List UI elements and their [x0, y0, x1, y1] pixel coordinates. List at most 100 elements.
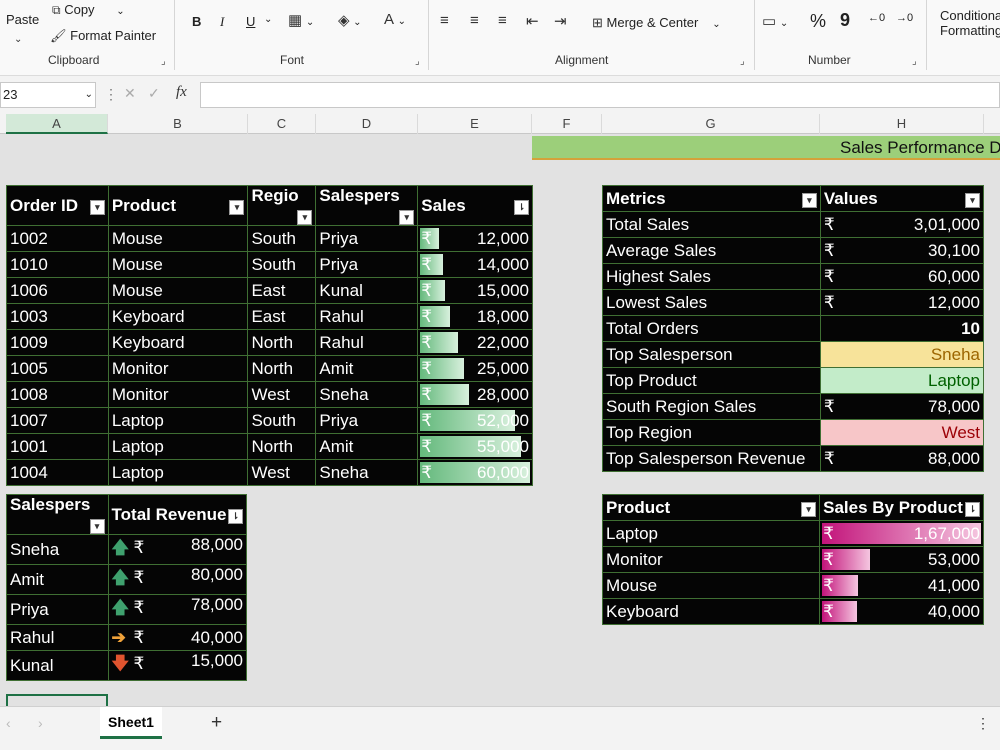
name-box-dropdown-icon[interactable]: ⌄	[85, 89, 93, 100]
header-sales[interactable]: Sales ⇂	[417, 185, 533, 226]
cell-total-revenue[interactable]: 🡅 ₹78,000	[107, 594, 248, 625]
column-header-h[interactable]: H	[820, 114, 984, 134]
sort-filter-icon[interactable]: ⇂	[228, 508, 243, 524]
alignment-launcher-icon[interactable]: ⌟	[740, 56, 745, 67]
cell-product[interactable]: Monitor	[601, 546, 821, 573]
header-product[interactable]: Product ▾	[601, 494, 821, 521]
filter-dropdown-icon[interactable]: ▾	[89, 519, 105, 534]
decrease-decimal-icon[interactable]: →0	[896, 12, 913, 24]
cell-salesperson[interactable]: Priya	[315, 225, 419, 252]
formula-input[interactable]	[200, 82, 1000, 108]
cell-region[interactable]: South	[247, 251, 317, 278]
enter-icon[interactable]: ✓	[148, 85, 160, 102]
cell-sales-by-product[interactable]: ₹53,000	[819, 546, 984, 573]
borders-icon[interactable]: ▦ ⌄	[288, 11, 314, 29]
cell-sales[interactable]: ₹55,000	[417, 433, 533, 460]
cell-sales[interactable]: ₹28,000	[417, 381, 533, 408]
cell-metric-label[interactable]: Highest Sales	[602, 263, 821, 290]
add-sheet-button[interactable]: +	[211, 712, 222, 734]
cell-metric-value[interactable]: Laptop	[819, 367, 985, 394]
cell-metric-label[interactable]: Total Orders	[602, 315, 821, 342]
filter-dropdown-icon[interactable]: ▾	[965, 192, 980, 208]
cell-metric-value[interactable]: 10	[819, 315, 985, 342]
cell-order-id[interactable]: 1008	[6, 381, 109, 408]
cell-region[interactable]: North	[247, 355, 317, 382]
column-header-a[interactable]: A	[6, 114, 108, 134]
paste-dropdown-icon[interactable]: ⌄	[14, 30, 22, 45]
cell-region[interactable]: South	[247, 225, 317, 252]
cell-product[interactable]: Keyboard	[601, 598, 821, 625]
cell-product[interactable]: Mouse	[107, 277, 249, 304]
cell-metric-label[interactable]: Total Sales	[602, 211, 821, 238]
accounting-format-icon[interactable]: ▭ ⌄	[762, 12, 788, 30]
cell-salesperson[interactable]: Sneha	[6, 534, 109, 565]
cell-order-id[interactable]: 1010	[6, 251, 109, 278]
cell-metric-value[interactable]: ₹60,000	[819, 263, 985, 290]
scroll-right-icon[interactable]: ›	[38, 715, 43, 731]
cell-salesperson[interactable]: Priya	[315, 407, 419, 434]
format-painter-button[interactable]: 🖌 Format Painter	[50, 28, 156, 44]
decrease-indent-icon[interactable]: ⇤	[526, 12, 539, 30]
header-order-id[interactable]: Order ID ▾	[6, 185, 109, 226]
cell-salesperson[interactable]: Amit	[6, 564, 109, 595]
cell-product[interactable]: Laptop	[107, 459, 249, 486]
cell-product[interactable]: Laptop	[601, 520, 821, 547]
sheet-tab-sheet1[interactable]: Sheet1	[100, 707, 162, 739]
align-center-icon[interactable]: ≡	[470, 12, 479, 29]
filter-dropdown-icon[interactable]: ▾	[89, 199, 105, 215]
cell-total-revenue[interactable]: ➔ ₹40,000	[107, 624, 248, 651]
cell-salesperson[interactable]: Kunal	[6, 650, 109, 681]
cell-region[interactable]: South	[247, 407, 317, 434]
header-total-revenue[interactable]: Total Revenue ⇂	[107, 494, 248, 535]
cell-metric-label[interactable]: Top Salesperson Revenue	[602, 445, 821, 472]
cell-product[interactable]: Keyboard	[107, 303, 249, 330]
cell-salesperson[interactable]: Sneha	[315, 381, 419, 408]
cell-order-id[interactable]: 1009	[6, 329, 109, 356]
cell-sales[interactable]: ₹22,000	[417, 329, 533, 356]
align-left-icon[interactable]: ≡	[440, 12, 449, 29]
cell-product[interactable]: Monitor	[107, 381, 249, 408]
cell-salesperson[interactable]: Rahul	[6, 624, 109, 651]
cell-order-id[interactable]: 1005	[6, 355, 109, 382]
cell-order-id[interactable]: 1003	[6, 303, 109, 330]
increase-indent-icon[interactable]: ⇥	[554, 12, 567, 30]
cell-salesperson[interactable]: Priya	[6, 594, 109, 625]
paste-button[interactable]: Paste	[6, 12, 39, 27]
cell-metric-label[interactable]: Top Region	[602, 419, 821, 446]
cell-region[interactable]: East	[247, 277, 317, 304]
cell-sales[interactable]: ₹15,000	[417, 277, 533, 304]
column-header-g[interactable]: G	[602, 114, 820, 134]
cell-metric-value[interactable]: West	[819, 419, 985, 446]
cell-salesperson[interactable]: Kunal	[315, 277, 419, 304]
sort-filter-icon[interactable]: ⇂	[965, 501, 980, 517]
cell-product[interactable]: Mouse	[107, 225, 249, 252]
cell-salesperson[interactable]: Amit	[315, 355, 419, 382]
clipboard-launcher-icon[interactable]: ⌟	[161, 56, 166, 67]
copy-button[interactable]: ⧉ Copy ⌄	[52, 2, 125, 18]
cell-sales[interactable]: ₹18,000	[417, 303, 533, 330]
font-color-icon[interactable]: A ⌄	[384, 11, 406, 28]
increase-decimal-icon[interactable]: ←0	[868, 12, 885, 24]
cell-salesperson[interactable]: Amit	[315, 433, 419, 460]
cell-metric-value[interactable]: Sneha	[819, 341, 985, 368]
merge-center-button[interactable]: ⊞ Merge & Center ⌄	[592, 15, 721, 31]
cell-metric-label[interactable]: Top Salesperson	[602, 341, 821, 368]
underline-dropdown-icon[interactable]: ⌄	[264, 14, 272, 25]
cell-metric-label[interactable]: Top Product	[602, 367, 821, 394]
column-header-f[interactable]: F	[532, 114, 602, 134]
cell-metric-value[interactable]: ₹88,000	[819, 445, 985, 472]
number-launcher-icon[interactable]: ⌟	[912, 56, 917, 67]
cell-region[interactable]: North	[247, 329, 317, 356]
column-header-b[interactable]: B	[108, 114, 248, 134]
conditional-formatting-button[interactable]: Conditional Formatting	[940, 8, 1000, 38]
insert-function-button[interactable]: fx	[176, 84, 187, 101]
column-header-d[interactable]: D	[316, 114, 418, 134]
more-options-icon[interactable]: ⋮	[104, 86, 118, 103]
cell-sales[interactable]: ₹14,000	[417, 251, 533, 278]
filter-dropdown-icon[interactable]: ▾	[229, 199, 245, 215]
cell-metric-label[interactable]: Average Sales	[602, 237, 821, 264]
cell-total-revenue[interactable]: 🡅 ₹88,000	[107, 534, 248, 565]
column-header-c[interactable]: C	[248, 114, 316, 134]
filter-dropdown-icon[interactable]: ▾	[399, 210, 415, 225]
cell-region[interactable]: West	[247, 459, 317, 486]
